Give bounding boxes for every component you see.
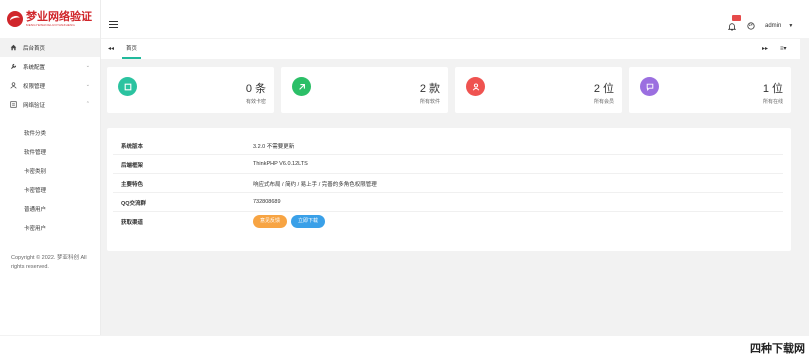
stat-value: 0 条 <box>245 83 266 95</box>
chevron-down-icon: ⌄ <box>85 82 90 88</box>
sidebar-menu: 后台首页 系统配置 ⌄ 权限管理 ⌄ 网络验证 ⌃ <box>0 38 100 114</box>
stat-value: 1 位 <box>762 83 783 95</box>
info-row: 主要特色 响应式布局 / 简约 / 易上手 / 完善的多角色权限管理 <box>113 174 783 193</box>
sidebar-item-label: 权限管理 <box>23 83 46 90</box>
sidebar-item-label: 后台首页 <box>23 45 46 52</box>
notification-badge <box>732 15 741 21</box>
info-value: 732808689 <box>253 199 281 205</box>
tab-bar: ◂◂ 首页 ▸▸ ≡▾ <box>101 39 800 59</box>
stat-card: 2 款 所有软件 <box>281 67 448 113</box>
stat-label: 所有软件 <box>419 99 440 105</box>
watermark-strip: 四种下载网 <box>0 336 809 359</box>
sidebar-item-card-category[interactable]: 卡密类别 <box>0 161 100 180</box>
info-key: 获取渠道 <box>121 220 144 226</box>
logo-emblem-icon <box>7 11 23 27</box>
sidebar-item-label: 卡密用户 <box>24 225 47 232</box>
info-key: QQ交流群 <box>121 201 147 207</box>
info-row: QQ交流群 732808689 <box>113 193 783 212</box>
top-header: admin ▼ <box>101 0 809 38</box>
stat-card: 2 位 所有会员 <box>455 67 622 113</box>
tab-scroll-left-icon[interactable]: ◂◂ <box>108 45 114 52</box>
tab-scroll-right-icon[interactable]: ▸▸ <box>762 45 768 52</box>
list-icon <box>10 101 17 108</box>
user-menu[interactable]: admin ▼ <box>765 23 793 29</box>
sidebar-item-permissions[interactable]: 权限管理 ⌄ <box>0 76 100 95</box>
sidebar-item-software-manage[interactable]: 软件管理 <box>0 142 100 161</box>
logo[interactable]: 梦业网络验证 MENGYEWANGLUOYANZHENG <box>0 0 100 38</box>
sidebar-item-label: 软件管理 <box>24 149 47 156</box>
sidebar-item-label: 卡密类别 <box>24 168 47 175</box>
info-row: 后端框架 ThinkPHP V6.0.12LTS <box>113 155 783 174</box>
username: admin <box>765 23 782 29</box>
tab-options-icon[interactable]: ≡▾ <box>780 45 787 52</box>
sidebar-item-network-verify[interactable]: 网络验证 ⌃ <box>0 95 100 114</box>
info-value: 响应式布局 / 简约 / 易上手 / 完善的多角色权限管理 <box>253 182 377 188</box>
info-key: 后端框架 <box>121 163 144 169</box>
home-icon <box>10 44 17 51</box>
chevron-up-icon: ⌃ <box>85 101 90 107</box>
sidebar: 梦业网络验证 MENGYEWANGLUOYANZHENG 后台首页 系统配置 ⌄… <box>0 0 101 335</box>
user-icon <box>466 77 485 96</box>
sidebar-item-label: 普通用户 <box>24 206 47 213</box>
sidebar-item-card-manage[interactable]: 卡密管理 <box>0 180 100 199</box>
sidebar-item-label: 网络验证 <box>23 102 46 109</box>
watermark-text: 四种下载网 <box>750 343 805 355</box>
stat-card: 0 条 有效卡密 <box>107 67 274 113</box>
sidebar-item-normal-users[interactable]: 普通用户 <box>0 199 100 218</box>
sidebar-item-system-config[interactable]: 系统配置 ⌄ <box>0 57 100 76</box>
wrench-icon <box>10 63 17 70</box>
stat-value: 2 位 <box>593 83 614 95</box>
sidebar-item-label: 软件分类 <box>24 130 47 137</box>
stat-label: 所有在线 <box>762 99 783 105</box>
channel-buttons: 意见反馈 立即下载 <box>253 215 326 228</box>
palette-icon[interactable] <box>747 22 755 32</box>
bell-icon[interactable] <box>727 22 737 33</box>
info-key: 系统版本 <box>121 144 144 150</box>
tab-home[interactable]: 首页 <box>122 39 142 59</box>
info-value: ThinkPHP V6.0.12LTS <box>253 161 308 167</box>
sidebar-submenu: 软件分类 软件管理 卡密类别 卡密管理 普通用户 卡密用户 <box>0 123 100 237</box>
copyright-text: Copyright © 2022. 梦亚科创 All rights reserv… <box>11 255 87 270</box>
download-button[interactable]: 立即下载 <box>291 215 326 228</box>
stat-label: 所有会员 <box>593 99 614 105</box>
caret-down-icon: ▼ <box>788 23 794 29</box>
chevron-down-icon: ⌄ <box>85 63 90 69</box>
logo-subtitle: MENGYEWANGLUOYANZHENG <box>26 23 76 27</box>
stat-value: 2 款 <box>419 83 440 95</box>
sidebar-item-label: 系统配置 <box>23 64 46 71</box>
sidebar-item-card-users[interactable]: 卡密用户 <box>0 218 100 237</box>
sidebar-item-software-category[interactable]: 软件分类 <box>0 123 100 142</box>
info-key: 主要特色 <box>121 182 144 188</box>
info-row: 获取渠道 意见反馈 立即下载 <box>113 212 783 231</box>
stat-label: 有效卡密 <box>245 99 266 105</box>
menu-toggle-icon[interactable] <box>109 21 118 28</box>
people-icon <box>10 82 17 89</box>
logo-title: 梦业网络验证 <box>26 10 92 23</box>
chat-icon <box>640 77 659 96</box>
card-icon <box>118 77 137 96</box>
info-row: 系统版本 3.2.0 不需要更新 <box>113 136 783 155</box>
sidebar-item-label: 卡密管理 <box>24 187 47 194</box>
app-icon <box>292 77 311 96</box>
feedback-button[interactable]: 意见反馈 <box>253 215 288 228</box>
sidebar-item-home[interactable]: 后台首页 <box>0 38 100 57</box>
system-info-panel: 系统版本 3.2.0 不需要更新 后端框架 ThinkPHP V6.0.12LT… <box>107 128 791 251</box>
stat-card: 1 位 所有在线 <box>629 67 791 113</box>
info-value: 3.2.0 不需要更新 <box>253 144 295 150</box>
